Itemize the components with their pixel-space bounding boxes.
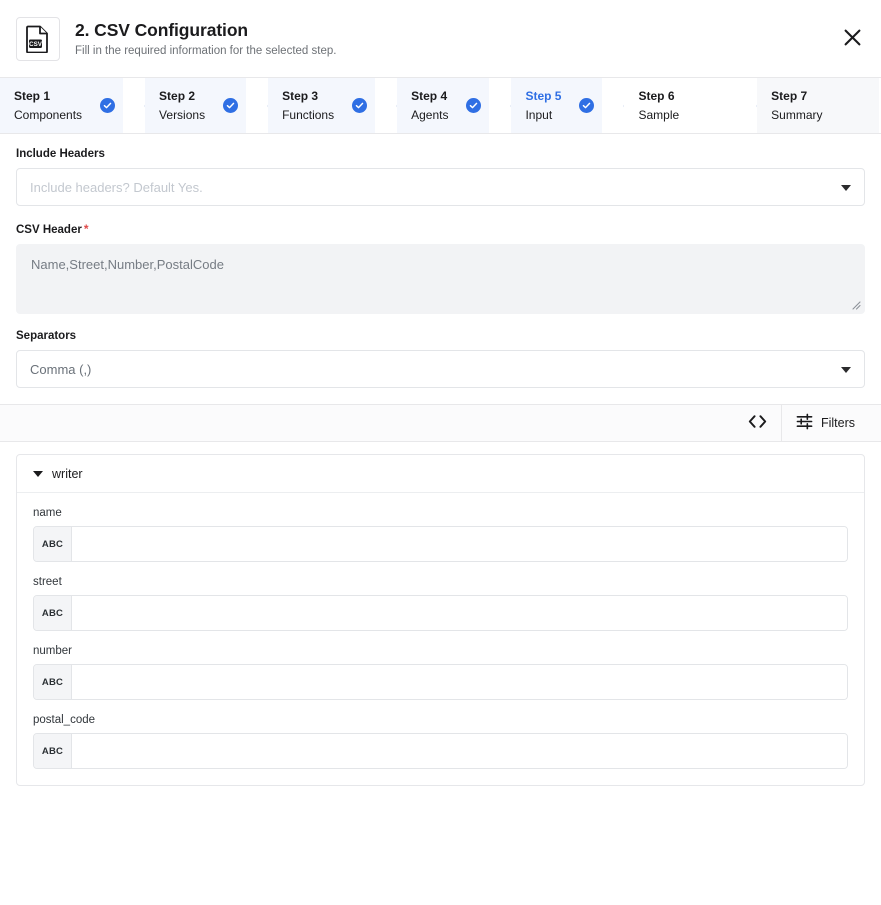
header-text-block: 2. CSV Configuration Fill in the require… (75, 19, 336, 59)
stepper-step-6[interactable]: Step 6 Sample (624, 78, 736, 133)
field-label: name (33, 507, 62, 519)
chevron-down-icon (841, 367, 851, 373)
writer-card-wrapper: writer name ABC street ABC number ABC po… (0, 442, 881, 802)
stepper-divider-3 (375, 78, 397, 133)
required-asterisk: * (83, 222, 89, 236)
name-input[interactable] (72, 527, 847, 561)
step-complete-check-icon (100, 98, 116, 113)
csv-header-label-text: CSV Header (16, 224, 82, 236)
code-view-button[interactable] (734, 404, 781, 442)
close-icon (844, 29, 861, 49)
step-number: Step 4 (411, 89, 448, 103)
writer-card: writer name ABC street ABC number ABC po… (16, 454, 865, 786)
step-number: Step 5 (525, 89, 562, 103)
step-number: Step 6 (638, 89, 675, 103)
csv-configuration-form: Include Headers Include headers? Default… (0, 134, 881, 388)
filters-label: Filters (820, 416, 855, 430)
step-name: Functions (282, 108, 335, 122)
field-csv-header: CSV Header * Name,Street,Number,PostalCod… (16, 222, 865, 314)
postal-code-input[interactable] (72, 734, 847, 768)
street-input[interactable] (72, 596, 847, 630)
separators-label: Separators (16, 330, 77, 342)
input-group: ABC (33, 733, 848, 769)
close-button[interactable] (837, 24, 867, 54)
stepper-divider-5 (602, 78, 624, 133)
code-brackets-icon (748, 414, 767, 432)
writer-card-body: name ABC street ABC number ABC postal_co… (17, 493, 864, 785)
include-headers-label: Include Headers (16, 148, 105, 160)
step-number: Step 7 (771, 89, 808, 103)
type-badge-abc: ABC (34, 527, 72, 561)
include-headers-value: Include headers? Default Yes. (30, 179, 203, 195)
stepper-step-4[interactable]: Step 4 Agents (397, 78, 490, 133)
wizard-stepper: Step 1 Components Step 2 Versions Step 3… (0, 78, 881, 134)
step-name: Summary (771, 108, 823, 122)
page-title: 2. CSV Configuration (75, 19, 249, 40)
filters-button[interactable]: Filters (782, 404, 869, 442)
stepper-step-7[interactable]: Step 7 Summary (757, 78, 879, 133)
writer-field-street: street ABC (33, 576, 848, 631)
step-name: Components (14, 108, 83, 122)
step-name: Agents (411, 108, 449, 122)
step-number: Step 3 (282, 89, 319, 103)
step-name: Input (525, 108, 553, 122)
mapping-toolbar: Filters (0, 404, 881, 442)
field-include-headers: Include Headers Include headers? Default… (16, 148, 865, 206)
stepper-divider-4 (489, 78, 511, 133)
separators-select[interactable]: Comma (,) (16, 350, 865, 388)
input-group: ABC (33, 664, 848, 700)
writer-field-number: number ABC (33, 645, 848, 700)
step-complete-check-icon (466, 98, 482, 113)
stepper-divider-6 (735, 78, 757, 133)
svg-text:CSV: CSV (29, 41, 43, 48)
field-label: postal_code (33, 714, 96, 726)
page-subtitle: Fill in the required information for the… (75, 44, 337, 57)
step-number: Step 2 (159, 89, 196, 103)
number-input[interactable] (72, 665, 847, 699)
csv-header-value: Name,Street,Number,PostalCode (31, 257, 224, 272)
writer-card-title: writer (52, 466, 83, 481)
stepper-step-1[interactable]: Step 1 Components (0, 78, 124, 133)
input-group: ABC (33, 595, 848, 631)
separators-value: Comma (,) (30, 361, 92, 377)
csv-header-label: CSV Header * (16, 222, 865, 236)
step-name: Versions (159, 108, 206, 122)
writer-card-header[interactable]: writer (17, 455, 864, 493)
step-complete-check-icon (352, 98, 368, 113)
filters-sliders-icon (796, 413, 813, 433)
triangle-down-icon (33, 470, 43, 477)
resize-handle-icon[interactable] (849, 298, 861, 310)
stepper-step-2[interactable]: Step 2 Versions (145, 78, 247, 133)
include-headers-select[interactable]: Include headers? Default Yes. (16, 168, 865, 206)
field-label: street (33, 576, 62, 588)
stepper-divider-1 (123, 78, 145, 133)
input-group: ABC (33, 526, 848, 562)
writer-field-name: name ABC (33, 507, 848, 562)
type-badge-abc: ABC (34, 665, 72, 699)
type-badge-abc: ABC (34, 734, 72, 768)
type-badge-abc: ABC (34, 596, 72, 630)
writer-field-postal-code: postal_code ABC (33, 714, 848, 769)
dialog-header: CSV 2. CSV Configuration Fill in the req… (0, 0, 881, 78)
step-complete-check-icon (579, 98, 595, 113)
stepper-step-5[interactable]: Step 5 Input (511, 78, 603, 133)
step-complete-check-icon (223, 98, 239, 113)
stepper-divider-2 (246, 78, 268, 133)
csv-file-icon: CSV (16, 16, 60, 61)
csv-header-textarea[interactable]: Name,Street,Number,PostalCode (16, 244, 865, 314)
field-label: number (33, 645, 72, 657)
stepper-step-3[interactable]: Step 3 Functions (268, 78, 376, 133)
step-number: Step 1 (14, 89, 51, 103)
field-separators: Separators Comma (,) (16, 330, 865, 388)
step-name: Sample (638, 108, 680, 122)
chevron-down-icon (841, 185, 851, 191)
